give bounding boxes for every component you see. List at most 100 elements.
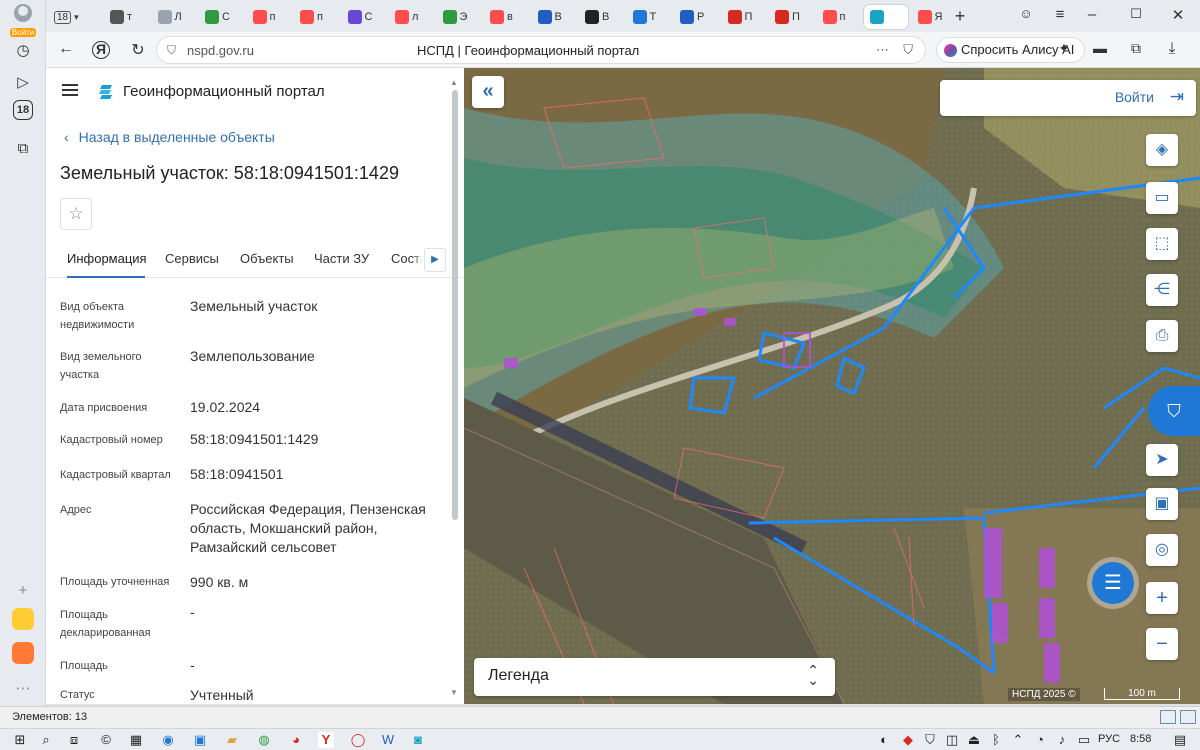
bookmark-icon[interactable]: ⛉	[903, 42, 913, 58]
tabs-menu-icon[interactable]: ≡	[1050, 6, 1070, 23]
keyboard-language[interactable]: РУС	[1098, 733, 1120, 745]
tray-app-icon[interactable]: ◐	[876, 732, 892, 748]
browser-tab[interactable]: п	[247, 5, 291, 29]
more-dots-icon[interactable]: ⋯	[876, 42, 889, 58]
legend-panel[interactable]: Легенда ⌃ ⌄	[474, 658, 835, 696]
browser-tab[interactable]: Э	[437, 5, 481, 29]
history-icon[interactable]: ◷	[9, 36, 37, 64]
folder-icon[interactable]: ▰	[224, 732, 240, 748]
minimize-icon[interactable]: –	[1082, 6, 1102, 23]
browser-tab[interactable]	[864, 5, 908, 29]
select-area-button[interactable]: ⬚	[1146, 228, 1178, 260]
tab-services[interactable]: Сервисы	[165, 251, 219, 278]
app-c-icon[interactable]: ©	[98, 732, 114, 748]
layers-button[interactable]: ◈	[1146, 134, 1178, 166]
search-location-button[interactable]: ◎	[1146, 534, 1178, 566]
mail-icon[interactable]	[12, 642, 34, 664]
edge-icon[interactable]: ◉	[160, 732, 176, 748]
view-list-icon[interactable]	[1180, 710, 1196, 724]
panel-scrollbar[interactable]: ▲ ▼	[450, 78, 458, 698]
tray-wifi-icon[interactable]: ◔	[1032, 732, 1048, 748]
add-panel-icon[interactable]: +	[9, 576, 37, 604]
tab-composition[interactable]: Соста	[391, 251, 427, 278]
zoom-out-button[interactable]: −	[1146, 628, 1178, 660]
tab-information[interactable]: Информация	[67, 251, 147, 278]
tray-battery-icon[interactable]: ▭	[1076, 732, 1092, 748]
notifications-icon[interactable]: ▤	[1172, 732, 1188, 748]
app-cyan-icon[interactable]: ◙	[410, 732, 426, 748]
scroll-down-icon[interactable]: ▼	[450, 688, 458, 697]
media-play-icon[interactable]: ▷	[9, 68, 37, 96]
assistant-tab-button[interactable]: ⛉	[1148, 386, 1200, 436]
store-icon[interactable]: ▣	[192, 732, 208, 748]
tab-objects[interactable]: Объекты	[240, 251, 294, 278]
tray-network-icon[interactable]: ◫	[944, 732, 960, 748]
back-icon[interactable]: ←	[56, 40, 76, 58]
collections-icon[interactable]: ⧉	[9, 134, 37, 162]
task-view-icon[interactable]: ⧈	[66, 732, 82, 748]
browser-tab[interactable]: В	[579, 5, 623, 29]
tab-counter[interactable]: 18 ▾	[48, 5, 92, 29]
view-details-icon[interactable]	[1160, 710, 1176, 724]
tray-usb-icon[interactable]: ⏏	[966, 732, 982, 748]
browser-tab[interactable]: П	[722, 5, 766, 29]
tray-up-arrow-icon[interactable]: ⌃	[1010, 732, 1026, 748]
extension-icon[interactable]: ✦	[1054, 40, 1074, 57]
yandex-icon[interactable]: Я	[92, 41, 110, 59]
chat-button[interactable]: ☰	[1092, 562, 1134, 604]
browser-tab[interactable]: т	[104, 5, 148, 29]
browser-tab[interactable]: п	[817, 5, 861, 29]
collections-icon[interactable]: ⧉	[1126, 40, 1146, 57]
share-button[interactable]: ⋲	[1146, 274, 1178, 306]
account-button[interactable]: Войти	[5, 4, 41, 37]
browser-tab[interactable]: П	[769, 5, 813, 29]
new-tab-button[interactable]: +	[950, 6, 970, 27]
tab-land-parts[interactable]: Части ЗУ	[314, 251, 369, 278]
downloads-bar-icon[interactable]: ▬	[1090, 40, 1110, 56]
basemap-button[interactable]: ▣	[1146, 488, 1178, 520]
browser-tab[interactable]: Т	[627, 5, 671, 29]
zoom-in-button[interactable]: +	[1146, 582, 1178, 614]
calculator-icon[interactable]: ▦	[128, 732, 144, 748]
tabs-scroll-right-button[interactable]: ▶	[424, 248, 446, 272]
measure-button[interactable]: ▭	[1146, 182, 1178, 214]
maximize-icon[interactable]: ☐	[1126, 6, 1146, 22]
profile-icon[interactable]: ☺	[1016, 6, 1036, 21]
print-button[interactable]: ⎙	[1146, 320, 1178, 352]
browser-tab[interactable]: п	[294, 5, 338, 29]
scroll-up-icon[interactable]: ▲	[450, 78, 458, 87]
app-green-icon[interactable]: ◍	[256, 732, 272, 748]
tray-bluetooth-icon[interactable]: ᛒ	[988, 732, 1004, 748]
collapse-panel-button[interactable]: «	[472, 76, 504, 108]
browser-tab[interactable]: С	[342, 5, 386, 29]
browser-tab[interactable]: В	[532, 5, 576, 29]
download-icon[interactable]: ⤓	[1162, 40, 1182, 58]
browser-tab[interactable]: Р	[674, 5, 718, 29]
tray-shield-icon[interactable]: ⛉	[922, 732, 938, 748]
address-bar[interactable]: ⛉ nspd.gov.ru НСПД | Геоинформационный п…	[156, 36, 926, 64]
start-icon[interactable]: ⊞	[12, 732, 28, 748]
opera-icon[interactable]: ◯	[350, 732, 366, 748]
reload-icon[interactable]: ↻	[128, 40, 148, 60]
word-icon[interactable]: W	[380, 732, 396, 748]
browser-tab[interactable]: Я	[912, 5, 956, 29]
close-icon[interactable]: ✕	[1168, 6, 1188, 24]
browser-tab[interactable]: Л	[152, 5, 196, 29]
more-icon[interactable]: ⋯	[9, 674, 37, 702]
menu-icon[interactable]	[62, 84, 78, 96]
clock[interactable]: 8:58	[1130, 733, 1151, 745]
yandex-browser-icon[interactable]: Y	[318, 732, 334, 748]
tabs-count-badge[interactable]: 18	[13, 100, 33, 120]
geolocation-button[interactable]: ➤	[1146, 444, 1178, 476]
app-icon[interactable]	[12, 608, 34, 630]
favorite-button[interactable]: ☆	[60, 198, 92, 230]
tray-antivirus-icon[interactable]: ◆	[900, 732, 916, 748]
back-to-selected-link[interactable]: ‹ Назад в выделенные объекты	[64, 129, 275, 145]
login-bar[interactable]: Войти ⇥	[940, 80, 1196, 116]
map-view[interactable]: « Войти ⇥ ◈ ▭ ⬚ ⋲ ⎙ ⛉ ➤ ▣ ◎ + − ☰ Легенд…	[464, 68, 1200, 704]
browser-tab[interactable]: в	[484, 5, 528, 29]
browser-tab[interactable]: С	[199, 5, 243, 29]
chrome-icon[interactable]: ◕	[288, 732, 304, 748]
browser-tab[interactable]: л	[389, 5, 433, 29]
scrollbar-thumb[interactable]	[452, 90, 458, 520]
